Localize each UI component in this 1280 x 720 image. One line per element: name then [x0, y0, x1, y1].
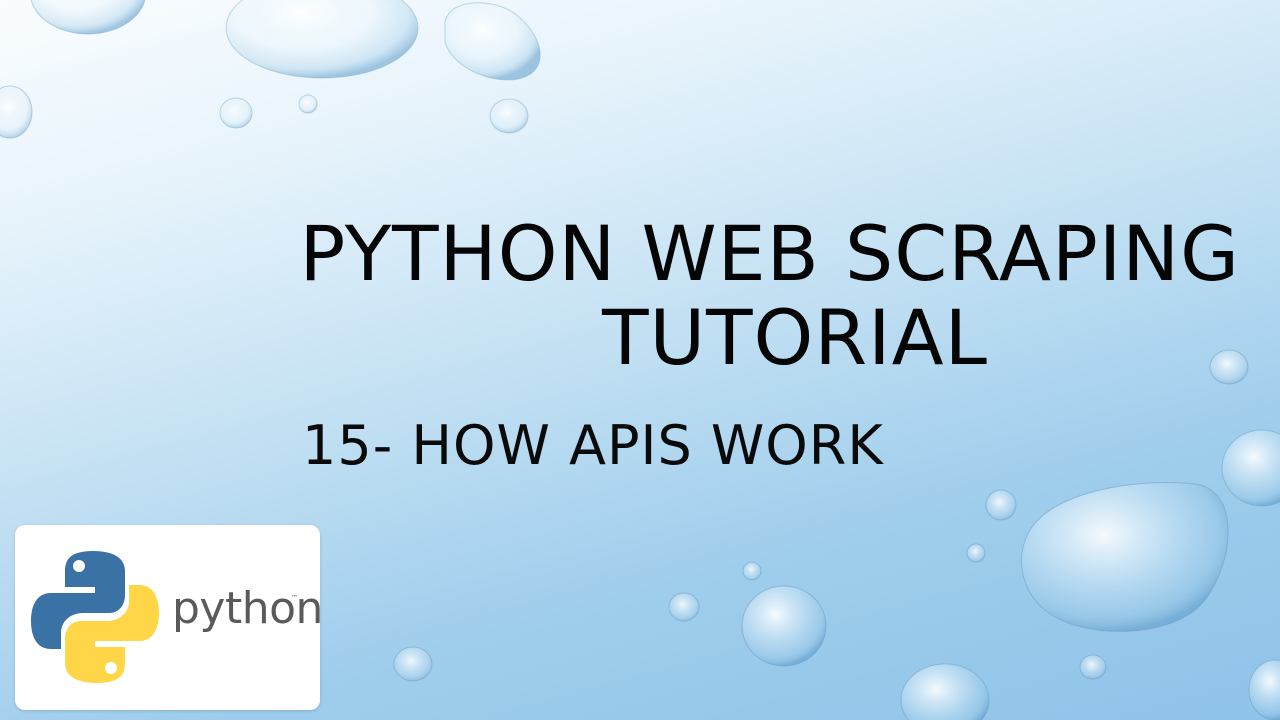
python-wordmark: python	[172, 583, 323, 634]
droplet	[985, 489, 1017, 521]
droplet	[30, 0, 146, 35]
droplet	[298, 94, 318, 114]
droplet	[489, 98, 529, 134]
droplet	[1079, 654, 1107, 680]
droplet	[742, 561, 762, 581]
droplet	[1021, 482, 1229, 632]
droplet	[668, 592, 700, 622]
python-logo-icon	[31, 551, 159, 683]
droplet	[219, 97, 253, 129]
droplet	[1221, 429, 1280, 507]
python-logo-card: python ™	[15, 525, 323, 710]
slide-title: PYTHON WEB SCRAPING TUTORIAL	[200, 212, 1240, 380]
droplet	[741, 585, 827, 667]
slide-title-line-2: TUTORIAL	[602, 293, 988, 382]
droplet	[0, 85, 33, 139]
droplet	[444, 2, 541, 81]
slide-title-line-1: PYTHON WEB SCRAPING	[299, 209, 1240, 298]
slide: PYTHON WEB SCRAPING TUTORIAL 15- HOW API…	[0, 0, 1280, 720]
droplet	[1248, 659, 1280, 720]
droplet	[225, 0, 419, 79]
slide-subtitle: 15- HOW APIS WORK	[302, 414, 884, 477]
droplet	[900, 663, 990, 720]
trademark-symbol: ™	[291, 594, 298, 602]
droplet	[393, 646, 433, 682]
droplet	[966, 543, 986, 563]
